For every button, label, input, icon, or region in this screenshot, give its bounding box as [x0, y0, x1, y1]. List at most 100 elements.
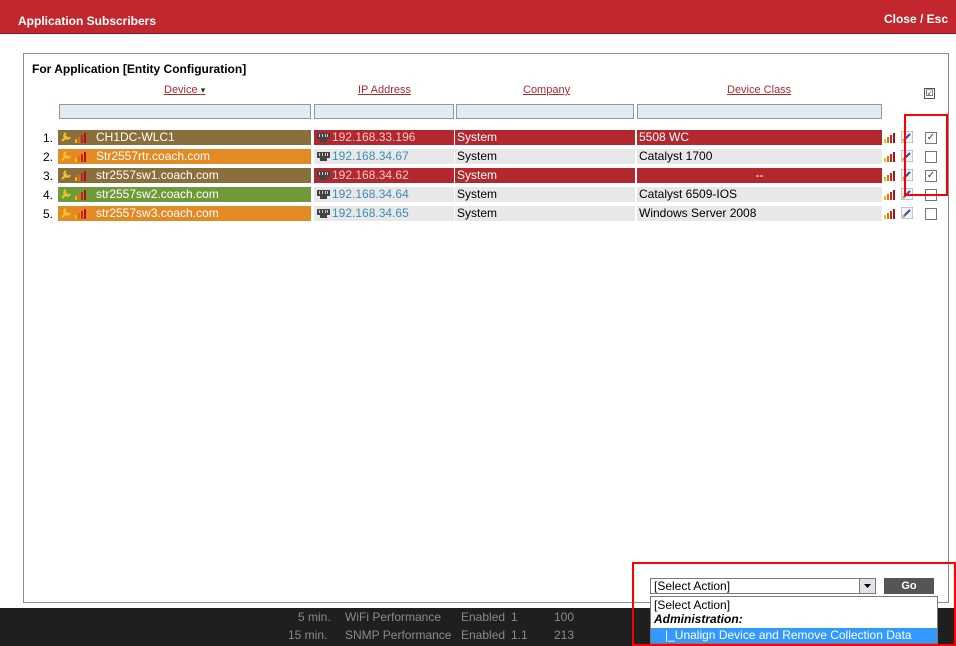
- chevron-down-icon[interactable]: [859, 579, 875, 593]
- column-header-device-class[interactable]: Device Class: [727, 84, 791, 96]
- wrench-icon[interactable]: [61, 208, 71, 218]
- row-number: 4.: [42, 188, 53, 202]
- company-name: System: [457, 168, 498, 182]
- device-cell[interactable]: str2557sw2.coach.com: [58, 187, 311, 202]
- device-name-link[interactable]: str2557sw3.coach.com: [96, 206, 219, 220]
- network-interface-icon: [317, 209, 330, 218]
- device-class-value: Catalyst 1700: [639, 149, 713, 163]
- table-row[interactable]: 4. str2557sw2.coach.com 192.168.34.64 Syste…: [24, 187, 948, 202]
- row-number: 5.: [42, 207, 53, 221]
- company-name: System: [457, 206, 498, 220]
- wrench-icon[interactable]: [61, 151, 71, 161]
- device-cell[interactable]: str2557sw1.coach.com: [58, 168, 311, 183]
- device-class-cell: 5508 WC: [637, 130, 882, 145]
- ip-cell[interactable]: 192.168.34.64: [314, 187, 454, 202]
- table-row[interactable]: 3. str2557sw1.coach.com 192.168.34.62 Syste…: [24, 168, 948, 183]
- table-row[interactable]: 2. Str2557rtr.coach.com 192.168.34.67 Syste…: [24, 149, 948, 164]
- device-cell[interactable]: str2557sw3.coach.com: [58, 206, 311, 221]
- company-cell: System: [455, 187, 635, 202]
- row-number: 3.: [42, 169, 53, 183]
- ip-address-link[interactable]: 192.168.33.196: [332, 130, 415, 144]
- device-name-link[interactable]: Str2557rtr.coach.com: [96, 149, 210, 163]
- performance-bars-icon[interactable]: [884, 208, 898, 219]
- edit-pencil-icon[interactable]: [901, 207, 913, 219]
- filter-device-input[interactable]: [59, 104, 311, 119]
- filter-company-input[interactable]: [456, 104, 634, 119]
- device-cell[interactable]: Str2557rtr.coach.com: [58, 149, 311, 164]
- dropdown-option-default[interactable]: [Select Action]: [654, 598, 730, 612]
- action-select-value: [Select Action]: [654, 579, 731, 593]
- device-class-value: 5508 WC: [639, 130, 690, 144]
- column-header-company[interactable]: Company: [523, 84, 570, 96]
- bg-cell: Enabled: [461, 628, 506, 642]
- bg-cell: 1.1: [511, 628, 528, 642]
- bg-cell: 213: [554, 628, 575, 642]
- company-name: System: [457, 130, 498, 144]
- device-class-cell: Catalyst 6509-IOS: [637, 187, 882, 202]
- wrench-icon[interactable]: [61, 132, 71, 142]
- performance-bars-icon[interactable]: [74, 132, 90, 143]
- company-name: System: [457, 149, 498, 163]
- action-select[interactable]: [Select Action]: [650, 578, 876, 594]
- table-row[interactable]: 1. CH1DC-WLC1 192.168.33.196 System 5508 WC ✓: [24, 130, 948, 145]
- ip-cell[interactable]: 192.168.34.65: [314, 206, 454, 221]
- ip-cell[interactable]: 192.168.34.67: [314, 149, 454, 164]
- ip-cell[interactable]: 192.168.33.196: [314, 130, 454, 145]
- wrench-icon[interactable]: [61, 189, 71, 199]
- dropdown-group-label: Administration:: [654, 612, 743, 626]
- row-number: 1.: [42, 131, 53, 145]
- performance-bars-icon[interactable]: [884, 151, 898, 162]
- modal-title: Application Subscribers: [18, 14, 157, 28]
- ip-cell[interactable]: 192.168.34.62: [314, 168, 454, 183]
- performance-bars-icon[interactable]: [884, 132, 898, 143]
- row-checkbox[interactable]: [925, 208, 937, 220]
- modal-title-bar: Application Subscribers Close / Esc: [0, 0, 956, 34]
- performance-bars-icon[interactable]: [884, 189, 898, 200]
- table-row[interactable]: 5. str2557sw3.coach.com 192.168.34.65 Syste…: [24, 206, 948, 221]
- action-dropdown-list: [Select Action] Administration: |_Unalig…: [650, 596, 938, 644]
- performance-bars-icon[interactable]: [74, 170, 90, 181]
- filter-ip-input[interactable]: [314, 104, 454, 119]
- device-class-value: Windows Server 2008: [639, 206, 757, 220]
- highlight-box-checkboxes: [904, 114, 948, 196]
- device-class-value: --: [755, 168, 764, 182]
- device-name-link[interactable]: CH1DC-WLC1: [96, 130, 175, 144]
- device-class-cell: --: [637, 168, 882, 183]
- device-class-value: Catalyst 6509-IOS: [639, 187, 738, 201]
- column-header-ip[interactable]: IP Address: [358, 84, 411, 96]
- select-all-checkbox[interactable]: ☑: [924, 88, 935, 99]
- column-header-device[interactable]: Device ▾: [164, 84, 205, 96]
- bg-cell: 5 min.: [298, 610, 331, 624]
- panel-title: For Application [Entity Configuration]: [32, 62, 247, 76]
- sort-down-icon: ▾: [200, 85, 206, 95]
- ip-address-link[interactable]: 192.168.34.67: [332, 149, 409, 163]
- wrench-icon[interactable]: [61, 170, 71, 180]
- company-cell: System: [455, 130, 635, 145]
- bg-cell: 15 min.: [288, 628, 328, 642]
- ip-address-link[interactable]: 192.168.34.62: [332, 168, 409, 182]
- close-button[interactable]: Close / Esc: [884, 12, 948, 26]
- bg-cell: 100: [554, 610, 575, 624]
- network-interface-icon: [317, 171, 330, 180]
- dropdown-option-unalign[interactable]: |_Unalign Device and Remove Collection D…: [651, 628, 937, 643]
- filter-device-class-input[interactable]: [637, 104, 882, 119]
- subscribers-panel: For Application [Entity Configuration] D…: [23, 53, 949, 603]
- ip-address-link[interactable]: 192.168.34.65: [332, 206, 409, 220]
- go-button[interactable]: Go: [884, 578, 934, 594]
- ip-address-link[interactable]: 192.168.34.64: [332, 187, 409, 201]
- company-cell: System: [455, 206, 635, 221]
- bg-cell: Enabled: [461, 610, 506, 624]
- performance-bars-icon[interactable]: [74, 189, 90, 200]
- company-name: System: [457, 187, 498, 201]
- device-cell[interactable]: CH1DC-WLC1: [58, 130, 311, 145]
- company-cell: System: [455, 168, 635, 183]
- performance-bars-icon[interactable]: [884, 170, 898, 181]
- device-class-cell: Catalyst 1700: [637, 149, 882, 164]
- performance-bars-icon[interactable]: [74, 208, 90, 219]
- column-header-device-label: Device: [164, 84, 198, 96]
- network-interface-icon: [317, 133, 330, 142]
- network-interface-icon: [317, 152, 330, 161]
- device-name-link[interactable]: str2557sw2.coach.com: [96, 187, 219, 201]
- performance-bars-icon[interactable]: [74, 151, 90, 162]
- device-name-link[interactable]: str2557sw1.coach.com: [96, 168, 219, 182]
